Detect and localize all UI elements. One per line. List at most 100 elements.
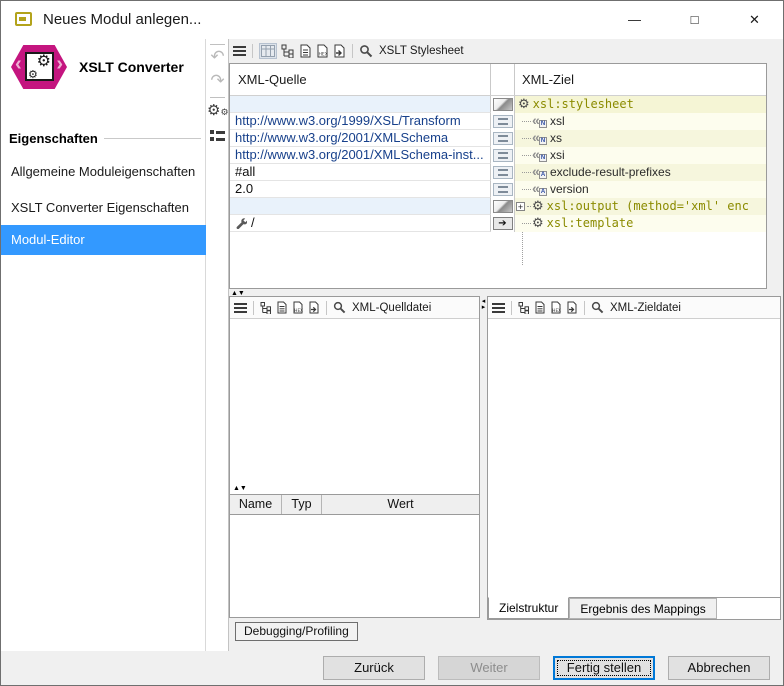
target-file-content[interactable] [488, 319, 780, 597]
source-file-toolbar: HEX XML-Quelldatei [230, 297, 479, 319]
mapping-row: http://www.w3.org/2001/XMLSchema «N xs [230, 130, 766, 147]
menu-icon[interactable] [233, 44, 246, 58]
edit-mapping-button[interactable] [493, 98, 513, 111]
tree-node-exclude-result-prefixes[interactable]: «A exclude-result-prefixes [515, 164, 766, 181]
hex-view-icon[interactable]: HEX [550, 301, 562, 314]
target-file-search-label: XML-Zieldatei [610, 302, 681, 314]
source-cell[interactable]: / [230, 215, 491, 232]
toolbar-separator [511, 301, 512, 315]
back-button[interactable]: Zurück [323, 656, 425, 680]
close-button[interactable]: ✕ [731, 1, 778, 39]
tree-node-xsl-template[interactable]: ⚙ xsl:template [515, 215, 766, 232]
text-view-icon[interactable] [534, 301, 546, 314]
debugging-profiling-button[interactable]: Debugging/Profiling [235, 622, 358, 641]
expand-node-icon[interactable]: + [516, 202, 525, 211]
editor-vertical-toolbar: ↶ ↷ ⚙⚙ [206, 39, 229, 651]
tree-node-xsl-stylesheet[interactable]: ⚙ xsl:stylesheet [515, 96, 766, 113]
sidebar-item-modul-editor[interactable]: Modul-Editor [1, 225, 206, 255]
minimize-button[interactable]: — [611, 1, 658, 39]
properties-section-heading: Eigenschaften [9, 131, 201, 146]
tree-node-label: xsi [550, 147, 565, 164]
sidebar-item-allgemeine-moduleigenschaften[interactable]: Allgemeine Moduleigenschaften [1, 159, 206, 185]
text-view-icon[interactable] [276, 301, 288, 314]
column-header-wert[interactable]: Wert [322, 495, 479, 514]
list-view-icon[interactable] [207, 127, 228, 141]
stylesheet-toolbar: HEX XSLT Stylesheet [233, 41, 464, 61]
tree-node-xs[interactable]: «N xs [515, 130, 766, 147]
source-cell[interactable]: http://www.w3.org/1999/XSL/Transform [230, 113, 491, 130]
xpath-expression: / [251, 215, 255, 231]
sidebar: ‹ › ⚙⚙ XSLT Converter Eigenschaften Allg… [1, 39, 206, 651]
maximize-button[interactable]: □ [671, 1, 718, 39]
tree-node-label: xsl [550, 113, 565, 130]
tree-view-icon[interactable] [260, 302, 272, 314]
undo-icon[interactable]: ↶ [207, 47, 228, 67]
column-header-typ[interactable]: Typ [282, 495, 322, 514]
tree-view-icon[interactable] [518, 302, 530, 314]
grid-view-icon[interactable] [259, 43, 277, 59]
svg-text:HEX: HEX [319, 52, 328, 58]
cancel-button[interactable]: Abbrechen [668, 656, 770, 680]
tab-ergebnis-des-mappings[interactable]: Ergebnis des Mappings [569, 598, 716, 619]
tree-node-label: xs [550, 130, 562, 147]
menu-icon[interactable] [234, 301, 247, 315]
mapping-row: ⚙ xsl:stylesheet [230, 96, 766, 113]
source-cell[interactable]: http://www.w3.org/2001/XMLSchema [230, 130, 491, 147]
equals-mapping-button[interactable] [493, 149, 513, 162]
tree-node-xsi[interactable]: «N xsi [515, 147, 766, 164]
redo-icon[interactable]: ↷ [207, 71, 228, 91]
search-icon[interactable] [591, 301, 604, 314]
tree-node-version[interactable]: «A version [515, 181, 766, 198]
tree-node-label: xsl:template [547, 215, 634, 232]
section-heading-label: Eigenschaften [9, 131, 98, 146]
export-document-icon[interactable] [333, 44, 346, 58]
equals-mapping-button[interactable] [493, 183, 513, 196]
mapping-row: #all «A exclude-result-prefixes [230, 164, 766, 181]
namespace-icon: «N [532, 132, 547, 145]
equals-mapping-button[interactable] [493, 166, 513, 179]
menu-icon[interactable] [492, 301, 505, 315]
next-button[interactable]: Weiter [438, 656, 540, 680]
variables-splitter-handle[interactable]: ▲▼ [233, 485, 247, 492]
svg-text:HEX: HEX [294, 308, 303, 313]
element-gear-icon: ⚙ [532, 216, 544, 231]
source-file-search-label: XML-Quelldatei [352, 302, 431, 314]
text-view-icon[interactable] [299, 44, 312, 58]
tab-zielstruktur[interactable]: Zielstruktur [488, 597, 569, 619]
toolbar-separator [326, 301, 327, 315]
window-title: Neues Modul anlegen... [43, 1, 201, 39]
source-cell[interactable]: http://www.w3.org/2001/XMLSchema-inst... [230, 147, 491, 164]
tree-node-xsl[interactable]: «N xsl [515, 113, 766, 130]
vertical-splitter-handle[interactable]: ◂▸ [480, 299, 487, 311]
section-heading-rule [104, 138, 201, 139]
hex-view-icon[interactable]: HEX [316, 44, 329, 58]
source-cell[interactable]: 2.0 [230, 181, 491, 198]
finish-button[interactable]: Fertig stellen [553, 656, 655, 680]
search-icon[interactable] [359, 44, 373, 58]
logo-left-chevron-icon: ‹ [15, 53, 22, 76]
tree-view-icon[interactable] [281, 44, 295, 58]
tree-node-xsl-output[interactable]: + ⚙ xsl:output (method='xml' enc [515, 198, 766, 215]
mapping-buttons-column-header [491, 64, 515, 95]
sidebar-item-xslt-converter-eigenschaften[interactable]: XSLT Converter Eigenschaften [1, 195, 206, 221]
export-document-icon[interactable] [308, 301, 320, 314]
wizard-footer: Zurück Weiter Fertig stellen Abbrechen [1, 651, 783, 685]
title-bar: Neues Modul anlegen... — □ ✕ [1, 1, 783, 39]
source-cell[interactable] [230, 96, 491, 113]
wrench-icon [235, 217, 247, 229]
settings-gears-icon[interactable]: ⚙⚙ [207, 101, 228, 119]
edit-mapping-button[interactable] [493, 200, 513, 213]
source-cell[interactable]: #all [230, 164, 491, 181]
mapping-row: http://www.w3.org/1999/XSL/Transform «N … [230, 113, 766, 130]
equals-mapping-button[interactable] [493, 115, 513, 128]
tree-node-label: xsl:stylesheet [533, 96, 634, 113]
equals-mapping-button[interactable] [493, 132, 513, 145]
export-document-icon[interactable] [566, 301, 578, 314]
source-cell[interactable] [230, 198, 491, 215]
hex-view-icon[interactable]: HEX [292, 301, 304, 314]
map-arrow-button[interactable]: ➔ [493, 217, 513, 230]
mapping-row: http://www.w3.org/2001/XMLSchema-inst...… [230, 147, 766, 164]
element-gear-icon: ⚙ [532, 199, 544, 214]
column-header-name[interactable]: Name [230, 495, 282, 514]
search-icon[interactable] [333, 301, 346, 314]
